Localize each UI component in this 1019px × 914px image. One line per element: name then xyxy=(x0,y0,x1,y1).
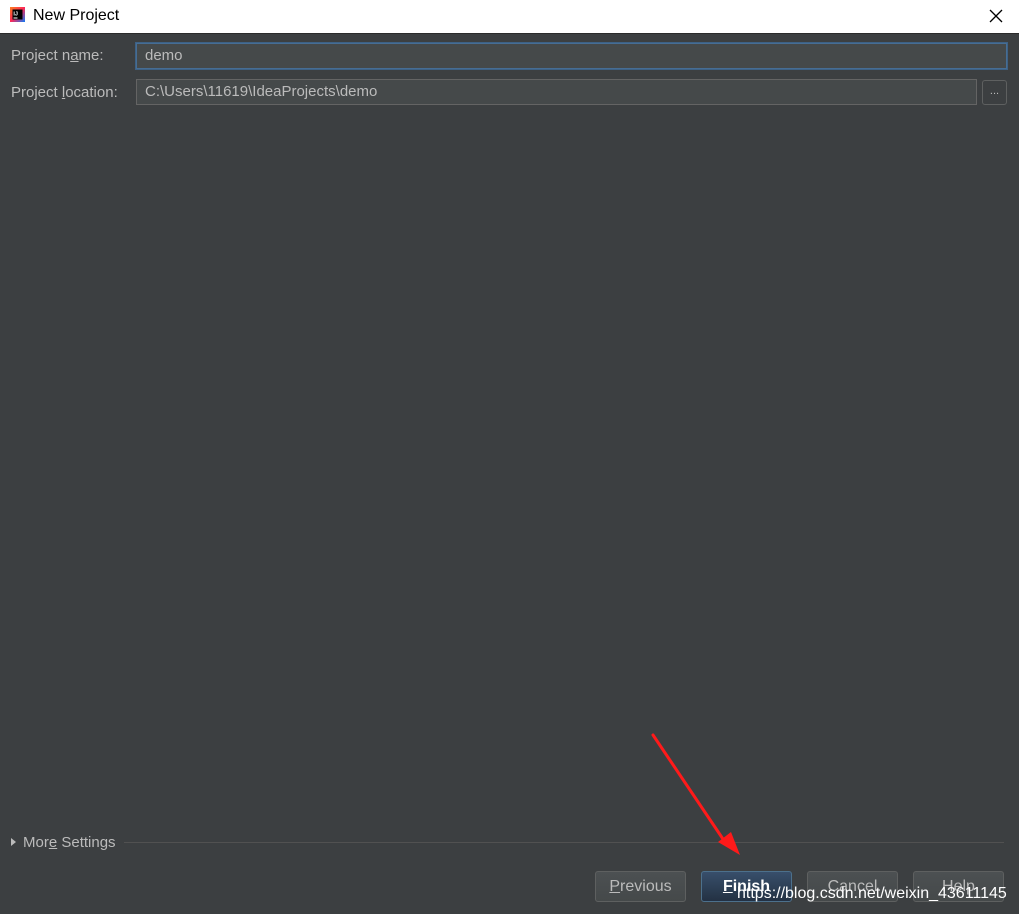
window-title: New Project xyxy=(33,7,120,24)
project-name-row: Project name: xyxy=(0,42,1019,70)
dialog-content: Project name: Project location: ... More… xyxy=(0,34,1019,914)
intellij-idea-icon: IJ xyxy=(10,7,25,22)
close-button[interactable] xyxy=(981,2,1011,30)
previous-button[interactable]: Previous xyxy=(595,871,686,902)
more-settings-toggle[interactable]: More Settings xyxy=(11,832,116,852)
more-settings-label: More Settings xyxy=(23,833,116,851)
watermark-text: https://blog.csdn.net/weixin_43611145 xyxy=(737,885,1007,902)
project-location-row: Project location: ... xyxy=(0,79,1019,107)
project-name-label: Project name: xyxy=(11,47,104,64)
browse-button[interactable]: ... xyxy=(982,80,1007,105)
annotation-arrow-icon xyxy=(651,733,740,855)
project-location-label: Project location: xyxy=(11,84,118,101)
project-location-input[interactable] xyxy=(136,79,977,105)
svg-text:IJ: IJ xyxy=(13,12,18,18)
more-settings-divider xyxy=(124,842,1004,843)
close-icon xyxy=(989,9,1003,23)
expand-arrow-icon xyxy=(11,838,16,846)
project-name-input[interactable] xyxy=(136,43,1007,69)
title-bar: IJ New Project xyxy=(0,0,1019,34)
